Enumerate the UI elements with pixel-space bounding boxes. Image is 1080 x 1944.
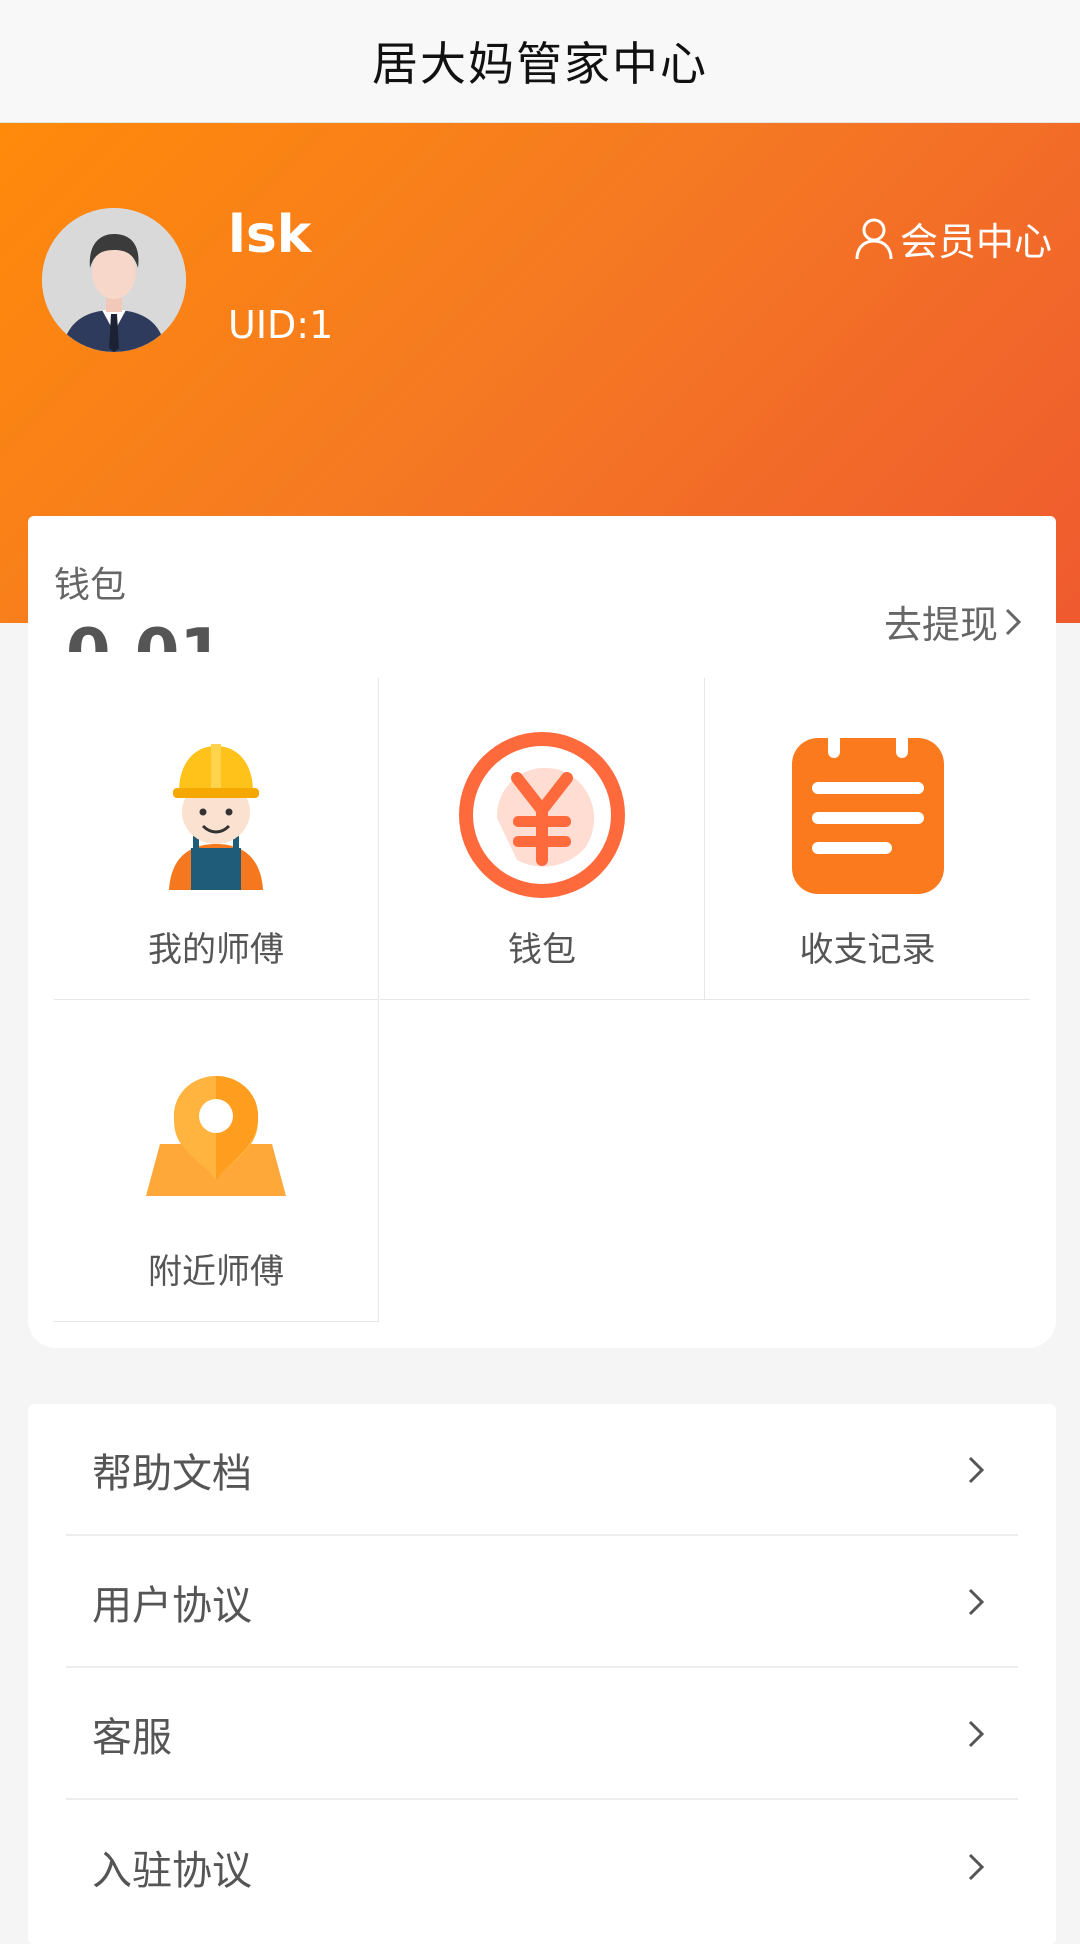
chevron-right-icon [968, 1588, 985, 1616]
menu-item-label: 客服 [92, 1715, 172, 1761]
menu-item-help-docs[interactable]: 帮助文档 [66, 1406, 1018, 1536]
menu-item-settlement-agreement[interactable]: 入驻协议 [66, 1802, 1018, 1932]
menu-item-user-agreement[interactable]: 用户协议 [66, 1538, 1018, 1668]
member-center-label: 会员中心 [899, 220, 1052, 264]
feature-grid: 我的师傅 钱包 收支记录 附近师傅 [28, 652, 1056, 1348]
wallet-label: 钱包 [54, 565, 127, 606]
grid-item-label: 附近师傅 [148, 1252, 284, 1292]
withdraw-label: 去提现 [883, 603, 998, 647]
grid-item-label: 钱包 [508, 930, 576, 970]
user-id: UID:1 [228, 303, 334, 347]
chevron-right-icon [968, 1720, 985, 1748]
menu-item-label: 入驻协议 [92, 1848, 252, 1894]
menu-list: 帮助文档 用户协议 客服 入驻协议 [28, 1404, 1056, 1944]
chevron-right-icon [968, 1456, 985, 1484]
chevron-right-icon [968, 1853, 985, 1881]
avatar[interactable] [42, 208, 186, 352]
grid-item-transactions[interactable]: 收支记录 [705, 678, 1030, 1000]
worker-icon [169, 744, 263, 890]
avatar-person-icon [42, 208, 186, 352]
user-icon [855, 218, 893, 259]
location-pin-icon [146, 1076, 286, 1196]
profile-header: lsk UID:1 会员中心 钱包 0.01 去提现 [0, 123, 1080, 720]
grid-item-nearby-workers[interactable]: 附近师傅 [54, 1000, 379, 1322]
grid-item-label: 收支记录 [799, 930, 936, 970]
username: lsk [228, 205, 312, 265]
notepad-icon [791, 732, 944, 894]
chevron-right-icon [1005, 608, 1022, 635]
yuan-coin-icon [459, 732, 625, 898]
menu-item-label: 用户协议 [92, 1583, 252, 1629]
grid-item-my-workers[interactable]: 我的师傅 [54, 678, 379, 1000]
grid-item-wallet[interactable]: 钱包 [380, 678, 705, 1000]
menu-item-label: 帮助文档 [92, 1451, 252, 1497]
grid-item-label: 我的师傅 [148, 930, 284, 970]
member-center-link[interactable]: 会员中心 [854, 211, 1052, 266]
menu-item-customer-service[interactable]: 客服 [66, 1670, 1018, 1800]
nav-bar: 居大妈管家中心 [0, 0, 1080, 123]
page-title: 居大妈管家中心 [372, 37, 708, 91]
withdraw-button[interactable]: 去提现 [884, 594, 1028, 649]
